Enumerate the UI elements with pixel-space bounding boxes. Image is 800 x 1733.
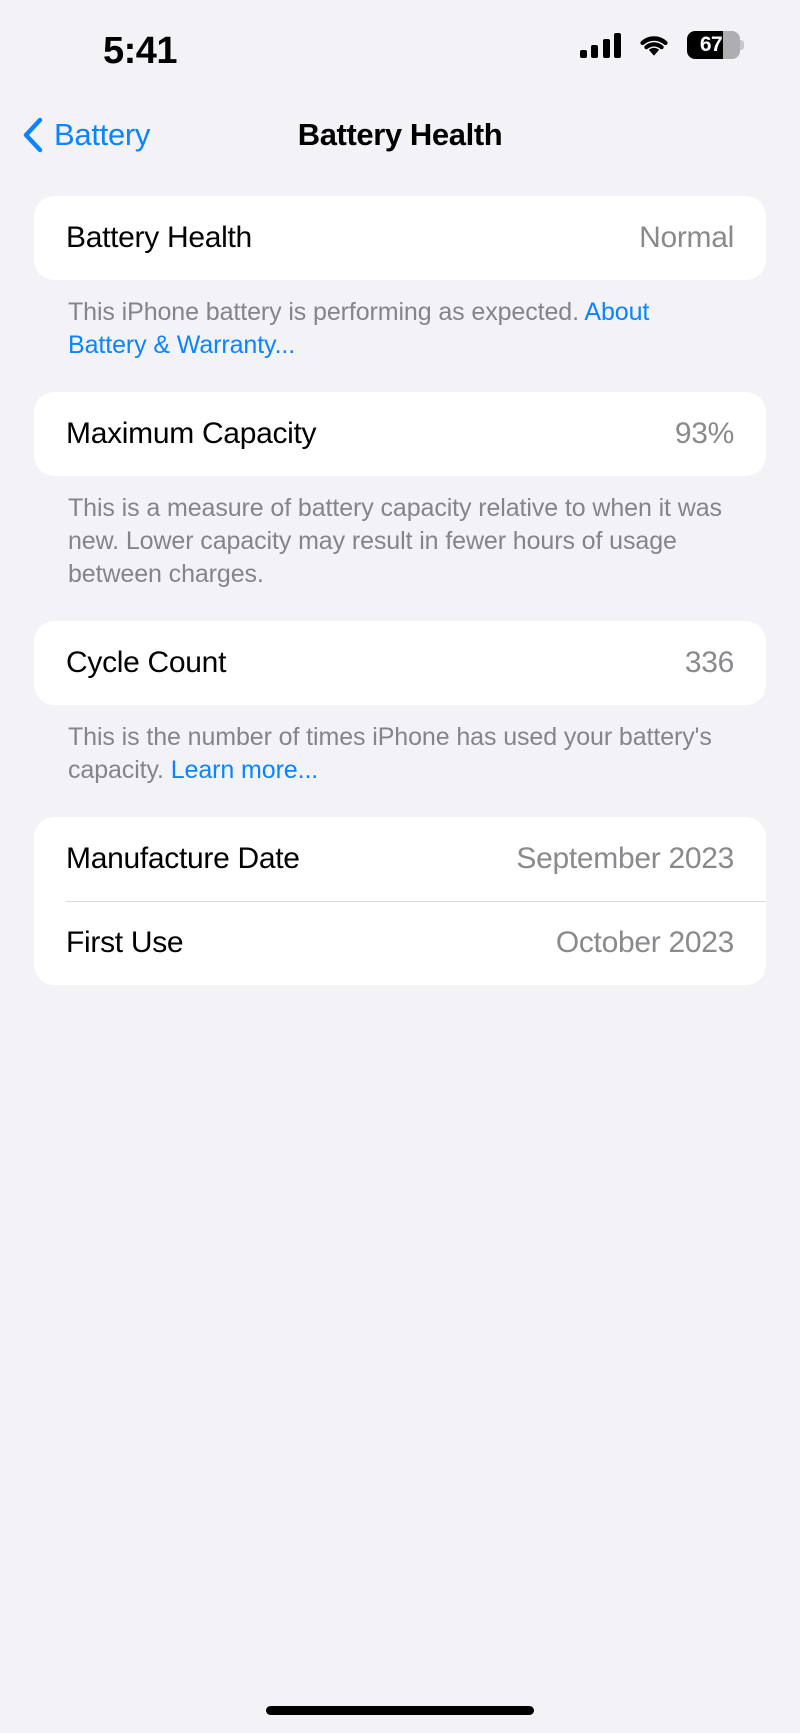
footer-description: This iPhone battery is performing as exp… (68, 298, 585, 326)
status-bar-time: 5:41 (102, 30, 178, 72)
learn-more-link[interactable]: Learn more... (171, 756, 318, 784)
row-value: 93% (674, 417, 734, 450)
cellular-signal-icon (579, 32, 621, 58)
section-battery-dates: Manufacture Date September 2023 First Us… (34, 817, 766, 985)
row-label: Battery Health (66, 221, 252, 254)
row-battery-health[interactable]: Battery Health Normal (34, 196, 766, 280)
row-label: Cycle Count (66, 646, 227, 679)
battery-percent-label: 67 (699, 33, 723, 56)
section-cycle-count: Cycle Count 336 (34, 621, 766, 705)
page-title: Battery Health (297, 117, 503, 152)
footer-description: This is the number of times iPhone has u… (68, 723, 712, 784)
wifi-icon (637, 32, 671, 58)
row-value: 336 (684, 646, 734, 679)
section-maximum-capacity: Maximum Capacity 93% (34, 392, 766, 476)
battery-icon: 67 (687, 31, 744, 59)
row-label: Maximum Capacity (66, 417, 317, 450)
status-bar-indicators: 67 (579, 31, 744, 59)
section-battery-health: Battery Health Normal (34, 196, 766, 280)
row-value: October 2023 (555, 926, 734, 959)
footer-cycle-count: This is the number of times iPhone has u… (34, 705, 766, 787)
row-cycle-count[interactable]: Cycle Count 336 (34, 621, 766, 705)
row-manufacture-date: Manufacture Date September 2023 (34, 817, 766, 901)
row-first-use: First Use October 2023 (34, 901, 766, 985)
home-indicator[interactable] (266, 1706, 534, 1715)
row-label: Manufacture Date (66, 842, 300, 875)
settings-content: Battery Health Normal This iPhone batter… (0, 196, 800, 985)
navigation-bar: Battery Battery Health (0, 96, 800, 174)
row-value: Normal (639, 221, 734, 254)
status-bar: 5:41 67 (0, 0, 800, 96)
row-value: September 2023 (516, 842, 734, 875)
footer-battery-health: This iPhone battery is performing as exp… (34, 280, 766, 362)
footer-description: This is a measure of battery capacity re… (68, 494, 722, 588)
battery-cap (740, 40, 744, 50)
footer-maximum-capacity: This is a measure of battery capacity re… (34, 476, 766, 591)
row-label: First Use (66, 926, 184, 959)
row-maximum-capacity[interactable]: Maximum Capacity 93% (34, 392, 766, 476)
battery-body: 67 (687, 31, 740, 59)
